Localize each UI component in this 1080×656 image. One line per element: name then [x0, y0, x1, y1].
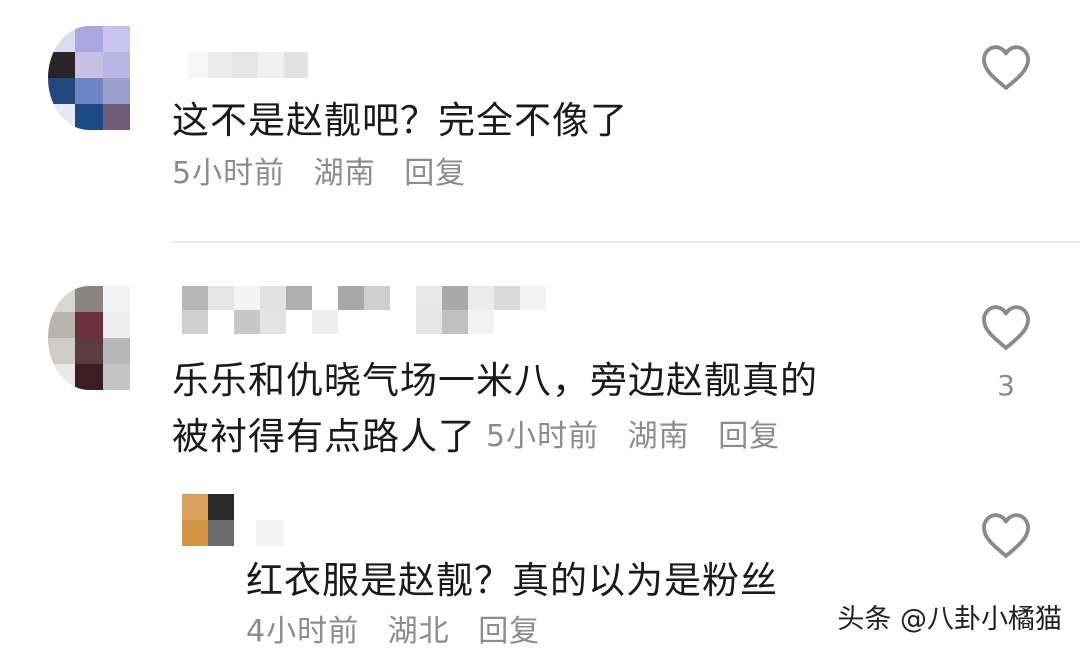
reply-text: 红衣服是赵靓？真的以为是粉丝 — [246, 559, 778, 602]
comment-section: 这不是赵靓吧？完全不像了 5小时前 湖南 回复 乐乐和仇晓气场一米八，旁边赵靓真… — [0, 0, 1080, 656]
reply-button[interactable]: 回复 — [478, 614, 540, 649]
divider — [172, 241, 1080, 243]
comment-location: 湖南 — [627, 419, 690, 454]
watermark: 头条 @八卦小橘猫 — [837, 604, 1062, 635]
like-count: 3 — [997, 369, 1015, 402]
reply-button[interactable]: 回复 — [718, 419, 780, 454]
comment-time: 5小时前 — [172, 156, 286, 191]
comment-text: 这不是赵靓吧？完全不像了 — [172, 99, 628, 142]
avatar[interactable] — [48, 286, 130, 390]
username-blurred[interactable] — [188, 52, 308, 78]
reply-location: 湖北 — [387, 614, 450, 649]
comment-meta: 5小时前 湖南 回复 — [172, 154, 484, 194]
avatar[interactable] — [48, 26, 130, 130]
username-blurred[interactable] — [256, 520, 284, 546]
heart-outline-icon — [982, 513, 1030, 558]
like-button[interactable] — [978, 510, 1034, 560]
comment-text-tail: 被衬得有点路人了 — [172, 415, 476, 458]
comment-meta: 5小时前 湖南 回复 — [486, 410, 798, 464]
heart-outline-icon — [982, 45, 1030, 90]
comment-text: 乐乐和仇晓气场一米八，旁边赵靓真的 — [172, 359, 818, 402]
comment-location: 湖南 — [313, 156, 376, 191]
avatar[interactable] — [182, 494, 234, 546]
reply-meta: 4小时前 湖北 回复 — [246, 612, 558, 652]
reply-time: 4小时前 — [246, 614, 360, 649]
heart-outline-icon — [982, 305, 1030, 350]
comment-time: 5小时前 — [486, 419, 600, 454]
comment-text-line2: 被衬得有点路人了 5小时前 湖南 回复 — [172, 410, 798, 464]
like-button[interactable] — [978, 42, 1034, 92]
like-button[interactable]: 3 — [978, 302, 1034, 404]
reply-button[interactable]: 回复 — [404, 156, 466, 191]
username-blurred[interactable] — [182, 286, 546, 334]
